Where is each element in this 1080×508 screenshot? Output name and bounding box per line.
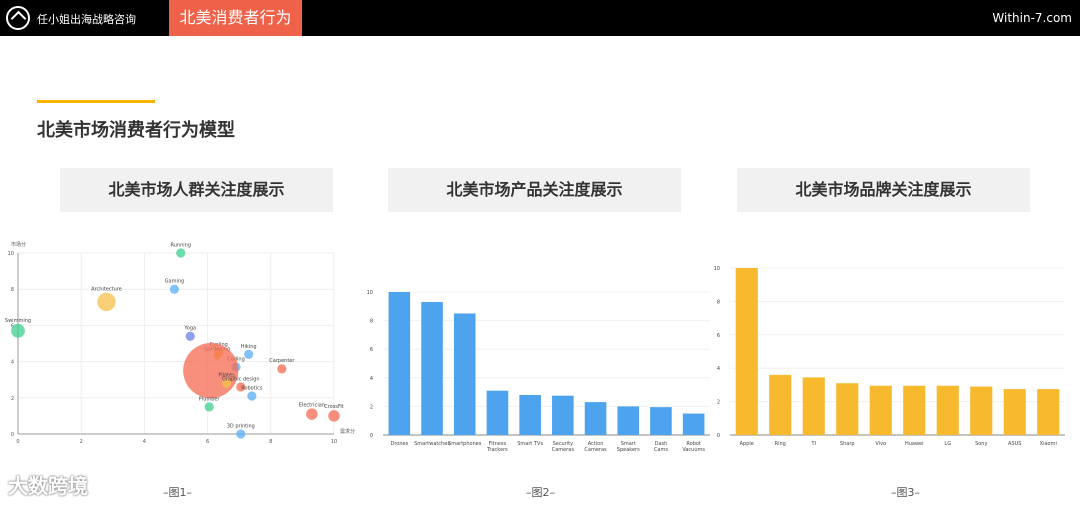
y-tick: 2: [717, 400, 720, 406]
x-tick-label: Cameras: [552, 447, 575, 453]
bubble: [328, 410, 340, 422]
product-bar: [617, 406, 640, 435]
brand-bar: [936, 385, 959, 435]
bubble: [247, 391, 257, 401]
bubble: [185, 331, 195, 341]
y-tick: 4: [717, 366, 720, 372]
y-tick: 2: [11, 396, 14, 402]
bubble-label: 3D printing: [227, 423, 255, 429]
bubble: [97, 292, 116, 312]
brand-bar: [903, 385, 926, 435]
x-tick-label: Cams: [654, 447, 668, 453]
x-tick-label: Drones: [390, 441, 408, 447]
y-tick: 0: [717, 433, 720, 439]
x-tick-label: LG: [944, 441, 951, 447]
x-tick-label: Huawei: [905, 441, 924, 447]
y-tick: 6: [717, 333, 720, 339]
y-tick: 6: [370, 347, 373, 353]
x-axis-label: 需求分: [340, 428, 355, 435]
bubble: [236, 429, 246, 439]
x-tick-label: Ring: [775, 441, 786, 447]
bubble-label: Running: [170, 242, 191, 248]
brand-bar: [735, 268, 758, 435]
x-tick-label: Vacuums: [682, 447, 705, 453]
brand-bar: [970, 386, 993, 435]
y-tick: 8: [717, 299, 720, 305]
bubble: [169, 284, 180, 294]
x-tick-label: TI: [810, 441, 816, 447]
x-tick-label: Trackers: [486, 447, 508, 453]
bubble-label: Gaming: [165, 279, 185, 285]
bubble: [183, 343, 239, 399]
bubble: [11, 323, 25, 338]
x-tick-label: Smartwatches: [414, 441, 450, 447]
bubble-label: Architecture: [91, 287, 122, 293]
x-tick-label: Smart TVs: [517, 441, 543, 447]
brand-bar: [802, 377, 825, 435]
brand-bar: [1003, 389, 1026, 435]
x-tick: 2: [80, 439, 83, 445]
x-tick-label: Sharp: [840, 441, 855, 447]
y-tick: 4: [11, 360, 14, 366]
x-tick: 0: [16, 439, 19, 445]
product-bar: [584, 402, 607, 435]
product-bar: [519, 394, 541, 435]
product-bar: [486, 390, 509, 435]
product-bar: [650, 407, 672, 435]
x-tick-label: Apple: [740, 441, 754, 447]
bubble: [176, 248, 186, 258]
bubble-label: Hiking: [241, 344, 257, 350]
y-tick: 0: [370, 433, 373, 439]
y-tick: 10: [367, 290, 373, 296]
y-tick: 0: [11, 432, 14, 438]
x-tick-label: Cameras: [584, 447, 607, 453]
bubble: [306, 408, 318, 420]
charts: 0 2 4 6 8 100246810需求分市场分 RunningGamingArchite…: [5, 241, 1065, 453]
y-tick: 10: [8, 251, 14, 257]
bubble-label: Yoga: [183, 326, 196, 332]
bubble: [244, 349, 254, 359]
y-tick: 8: [370, 319, 373, 325]
product-bar: [552, 395, 574, 435]
bubble-label: Plumber: [199, 396, 221, 402]
bubble-label: Graphic design: [222, 376, 260, 382]
y-tick: 4: [370, 376, 373, 382]
x-tick-label: Smartphones: [448, 441, 482, 447]
product-bar: [421, 302, 443, 435]
x-tick-label: Xiaomi: [1040, 441, 1057, 447]
x-tick: 6: [206, 439, 209, 445]
product-bar: [388, 292, 411, 435]
bubble-label: CrossFit: [324, 404, 344, 410]
y-tick: 2: [370, 404, 373, 410]
x-tick-label: ASUS: [1008, 441, 1021, 447]
y-axis-label: 市场分: [11, 241, 26, 248]
x-tick: 4: [143, 439, 146, 445]
y-tick: 10: [714, 266, 720, 272]
y-tick: 8: [11, 287, 14, 293]
bubble-label: Robotics: [241, 385, 263, 391]
bubble-label: Electrician: [299, 402, 325, 408]
x-tick-label: Vivo: [875, 441, 886, 447]
bubble-label: Swimming: [5, 318, 31, 324]
product-bar: [453, 313, 476, 435]
brand-bar: [769, 374, 792, 435]
bubble: [277, 364, 287, 374]
x-tick-label: Speakers: [617, 447, 640, 453]
bubble: [204, 402, 214, 412]
bubble-label: Carpenter: [269, 358, 295, 364]
x-tick-label: Sony: [975, 441, 987, 447]
brand-bar: [869, 385, 892, 435]
x-tick: 8: [269, 439, 272, 445]
x-tick: 10: [331, 439, 337, 445]
brand-bar: [836, 383, 859, 435]
brand-bar: [1037, 389, 1060, 435]
product-bar: [682, 413, 705, 435]
